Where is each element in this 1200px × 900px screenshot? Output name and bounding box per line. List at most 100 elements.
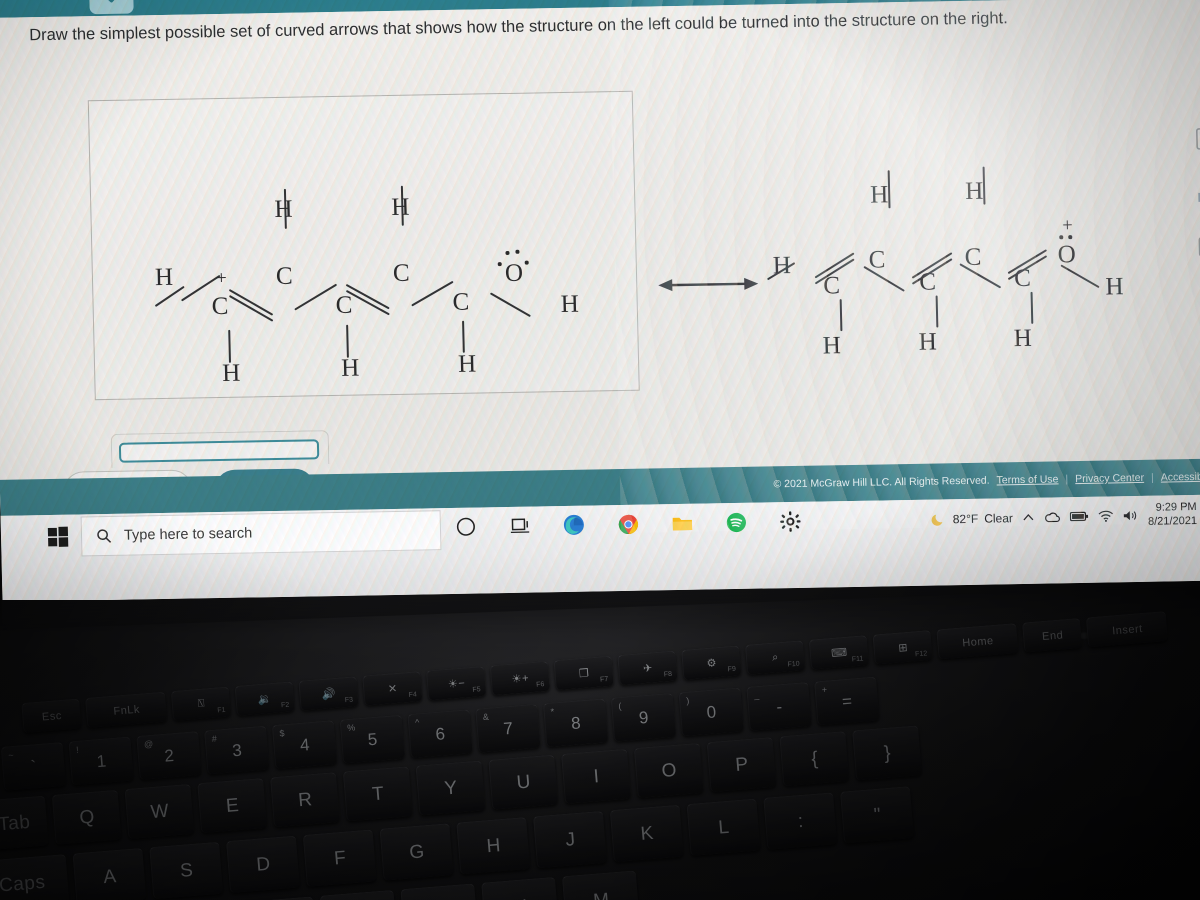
keyboard-key: S bbox=[149, 841, 224, 900]
keyboard-key: + = bbox=[814, 676, 880, 726]
taskbar-clock[interactable]: 9:29 PM 8/21/2021 bbox=[1148, 501, 1198, 529]
footer-separator: | bbox=[1065, 473, 1069, 486]
keyboard-key: ⍂ F1 bbox=[170, 686, 231, 722]
keyboard-key: U bbox=[488, 754, 559, 810]
atom-c1: C bbox=[823, 272, 841, 300]
keyboard-key: ☀+ F6 bbox=[489, 660, 550, 696]
keyboard-key: Esc bbox=[21, 698, 82, 734]
keyboard-key: Caps bbox=[0, 854, 70, 900]
keyboard-key: ) 0 bbox=[678, 687, 744, 737]
atom-h-c2-top: H bbox=[869, 181, 889, 209]
onedrive-icon[interactable] bbox=[1044, 511, 1061, 524]
keyboard-key: H bbox=[456, 817, 531, 875]
keyboard-key: } bbox=[852, 725, 922, 781]
search-placeholder: Type here to search bbox=[123, 525, 253, 544]
bar-chart-icon[interactable] bbox=[1195, 181, 1200, 205]
screenshot-stage: Esc FnLk ⍂ F1 🔉 F2 🔊 F3 ✕ F4 ☀− F5 ☀+ F6 ❐ F7 ✈ F8 ⚙ F9 ⌕ F10… bbox=[0, 0, 1200, 900]
taskbar-search-box[interactable]: Type here to search bbox=[80, 510, 442, 557]
keyboard-key: R bbox=[270, 772, 340, 828]
atom-h-c4-top: H bbox=[964, 177, 984, 205]
settings-gear-icon[interactable] bbox=[777, 508, 804, 534]
wifi-icon[interactable] bbox=[1098, 510, 1114, 523]
weather-temperature: 82°F bbox=[952, 511, 979, 526]
keyboard-key: D bbox=[225, 835, 300, 893]
weather-condition: Clear bbox=[984, 510, 1014, 526]
lone-pair-dot bbox=[1059, 235, 1063, 239]
atom-c5: C bbox=[1013, 264, 1032, 293]
accessibility-link[interactable]: Accessibility bbox=[1161, 471, 1200, 484]
keyboard-key: 🔊 F3 bbox=[298, 676, 359, 711]
keyboard-key: ⌕ F10 bbox=[744, 640, 806, 675]
keyboard-key: Insert bbox=[1085, 611, 1168, 648]
keyboard-key: { bbox=[779, 731, 850, 787]
privacy-center-link[interactable]: Privacy Center bbox=[1075, 472, 1144, 485]
system-tray: 82°F Clear 9:29 PM 8/21/2021 bbox=[930, 501, 1200, 534]
keyboard-key: @2 bbox=[136, 731, 202, 780]
keyboard-key: V bbox=[319, 889, 398, 900]
terms-of-use-link[interactable]: Terms of Use bbox=[996, 473, 1058, 486]
cortana-icon[interactable] bbox=[453, 514, 480, 540]
keyboard-key: ⌨ F11 bbox=[808, 635, 869, 670]
spotify-icon[interactable] bbox=[723, 509, 750, 535]
keyboard-key: W bbox=[124, 783, 195, 839]
laptop-screen: ...ng structure to show... Tatiana Draw … bbox=[0, 0, 1200, 600]
keyboard-key: End bbox=[1022, 617, 1083, 653]
clock-date: 8/21/2021 bbox=[1147, 514, 1198, 528]
keyboard-key: ⊞ F12 bbox=[872, 629, 933, 665]
keyboard-key: FnLk bbox=[85, 691, 168, 728]
edge-icon[interactable] bbox=[561, 512, 588, 538]
keyboard-key: F bbox=[302, 829, 377, 887]
answer-input-field[interactable] bbox=[118, 439, 320, 463]
footer-separator: | bbox=[1150, 471, 1154, 484]
clock-time: 9:29 PM bbox=[1155, 500, 1197, 514]
keyboard-key: ⚙ F9 bbox=[681, 645, 742, 680]
keyboard-key: _ - bbox=[746, 681, 812, 731]
chevron-up-icon[interactable] bbox=[1022, 511, 1035, 524]
keyboard-key: M bbox=[561, 870, 640, 900]
keyboard-key: ☀− F5 bbox=[425, 665, 487, 701]
keyboard-key: J bbox=[532, 810, 607, 869]
periodic-table-icon[interactable] bbox=[1196, 235, 1200, 259]
keyboard-key: ✕ F4 bbox=[362, 671, 423, 706]
volume-icon[interactable] bbox=[1123, 509, 1139, 522]
molecule-right: H C H C H C H C H C H O + H bbox=[0, 0, 1200, 438]
keyboard-key: Tab bbox=[0, 795, 49, 851]
atom-o: O bbox=[1057, 241, 1077, 269]
keyboard-key: & 7 bbox=[475, 703, 541, 753]
keyboard-key: " bbox=[839, 786, 914, 844]
atom-h-o: H bbox=[1105, 273, 1124, 301]
atom-c3: C bbox=[918, 268, 937, 296]
keyboard-key: * 8 bbox=[542, 698, 609, 748]
calculator-icon[interactable] bbox=[1194, 127, 1200, 151]
keyboard-key: $4 bbox=[271, 720, 338, 769]
keyboard-key: Y bbox=[415, 760, 486, 816]
keyboard-key: E bbox=[197, 777, 268, 834]
collapse-panel-tab[interactable] bbox=[89, 0, 134, 15]
keyboard-key: : bbox=[763, 792, 838, 850]
keyboard-key: ❐ F7 bbox=[553, 655, 614, 691]
keyboard-key: B bbox=[400, 883, 479, 900]
task-view-icon[interactable] bbox=[507, 513, 534, 539]
windows-start-icon[interactable] bbox=[46, 525, 71, 549]
oxygen-plus-charge: + bbox=[1061, 215, 1073, 237]
battery-icon[interactable] bbox=[1069, 511, 1089, 522]
keyboard-key: C bbox=[238, 896, 318, 900]
copyright-text: © 2021 McGraw Hill LLC. All Rights Reser… bbox=[773, 474, 990, 491]
keyboard-key: G bbox=[379, 823, 454, 881]
moon-icon bbox=[931, 511, 947, 527]
keyboard-key: T bbox=[342, 766, 413, 822]
file-explorer-icon[interactable] bbox=[669, 510, 696, 536]
keyboard-key: N bbox=[481, 876, 560, 900]
keyboard-key: P bbox=[706, 736, 777, 793]
keyboard-key: (9 bbox=[610, 692, 677, 742]
keyboard-key: ✈ F8 bbox=[617, 650, 678, 686]
atom-h-left: H bbox=[772, 252, 792, 280]
keyboard-key: I bbox=[561, 748, 631, 804]
atom-h-c5-bottom: H bbox=[1013, 324, 1033, 353]
keyboard-key: Q bbox=[51, 789, 122, 845]
keyboard-key: ^ 6 bbox=[407, 709, 473, 759]
keyboard-key: Home bbox=[936, 623, 1019, 660]
chrome-icon[interactable] bbox=[615, 511, 642, 537]
keyboard-key: #3 bbox=[204, 725, 270, 775]
weather-widget[interactable]: 82°F Clear bbox=[931, 510, 1014, 527]
